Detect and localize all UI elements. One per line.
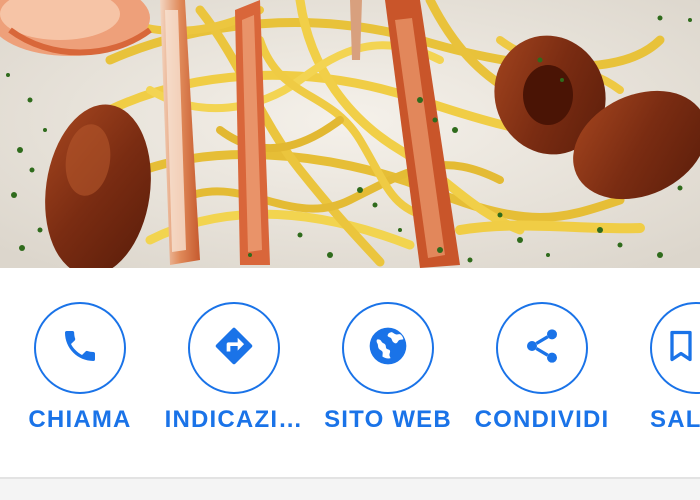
- website-button[interactable]: SITO WEB: [308, 302, 468, 433]
- save-button[interactable]: SAL: [616, 302, 700, 433]
- call-button-circle[interactable]: [34, 302, 126, 394]
- next-section-edge: [0, 479, 700, 500]
- directions-button-circle[interactable]: [188, 302, 280, 394]
- call-button[interactable]: CHIAMA: [0, 302, 160, 433]
- directions-icon: [212, 324, 256, 373]
- place-details-page: CHIAMA INDICAZI… SITO WEB CONDIVIDI SAL: [0, 0, 700, 500]
- phone-icon: [60, 326, 100, 371]
- save-button-circle[interactable]: [650, 302, 700, 394]
- place-photo[interactable]: [0, 0, 700, 268]
- share-icon: [522, 326, 562, 371]
- save-button-label: SAL: [650, 406, 700, 433]
- action-bar: CHIAMA INDICAZI… SITO WEB CONDIVIDI SAL: [0, 268, 700, 478]
- directions-button[interactable]: INDICAZI…: [154, 302, 314, 433]
- share-button[interactable]: CONDIVIDI: [462, 302, 622, 433]
- bookmark-icon: [666, 328, 696, 369]
- website-button-circle[interactable]: [342, 302, 434, 394]
- call-button-label: CHIAMA: [28, 406, 132, 433]
- share-button-circle[interactable]: [496, 302, 588, 394]
- website-button-label: SITO WEB: [324, 406, 452, 433]
- pasta-dish-image: [0, 0, 700, 268]
- directions-button-label: INDICAZI…: [164, 406, 304, 433]
- share-button-label: CONDIVIDI: [474, 406, 610, 433]
- globe-icon: [366, 324, 410, 373]
